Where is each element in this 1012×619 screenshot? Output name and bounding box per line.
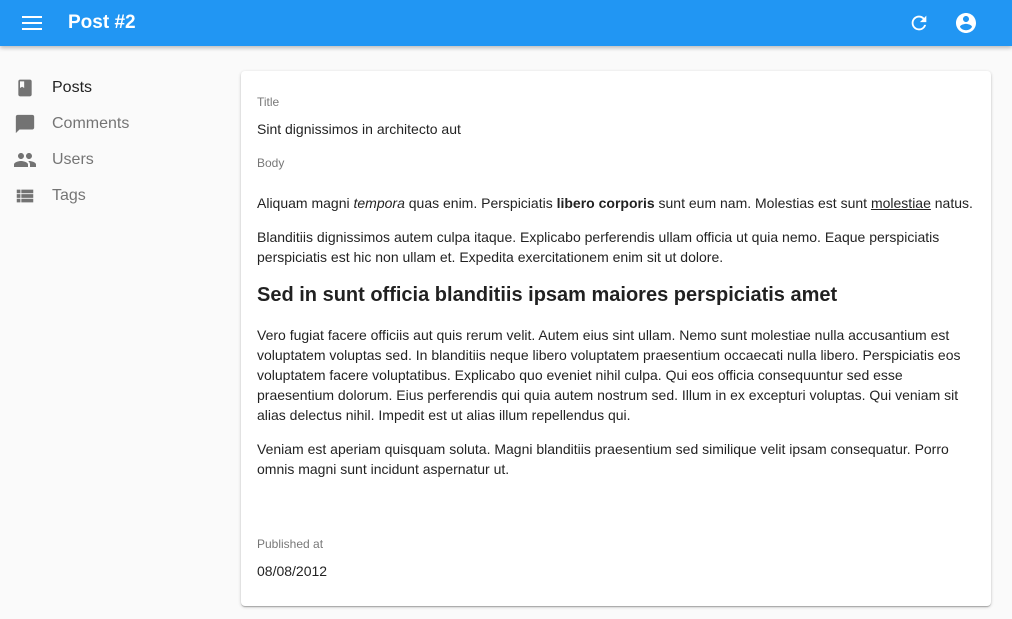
menu-icon: [22, 16, 42, 30]
account-circle-icon: [956, 13, 976, 33]
body-paragraph: Veniam est aperiam quisquam soluta. Magn…: [257, 441, 949, 477]
sidebar-item-label: Comments: [52, 115, 130, 132]
text-fragment: quas enim. Perspiciatis: [404, 195, 557, 211]
post-detail-card: Title Sint dignissimos in architecto aut…: [241, 71, 991, 606]
refresh-icon: [911, 15, 927, 31]
list-icon: [13, 184, 37, 208]
post-body: Aliquam magni tempora quas enim. Perspic…: [257, 193, 977, 493]
emphasis-text: tempora: [353, 195, 405, 211]
title-label: Title: [257, 95, 280, 109]
comment-icon: [13, 112, 37, 136]
published-at-value: 08/08/2012: [257, 563, 328, 579]
account-button[interactable]: [952, 9, 980, 37]
bold-text: libero corporis: [556, 195, 655, 211]
sidebar-item-label: Posts: [52, 79, 93, 96]
book-icon: [13, 76, 37, 100]
app-bar: Post #2: [0, 0, 1012, 46]
people-icon: [13, 148, 37, 172]
body-heading: Sed in sunt officia blanditiis ipsam mai…: [257, 284, 838, 306]
body-label: Body: [257, 156, 285, 170]
body-paragraph: Aliquam magni tempora quas enim. Perspic…: [257, 193, 977, 213]
title-value: Sint dignissimos in architecto aut: [257, 121, 461, 137]
sidebar-item-label: Users: [52, 151, 94, 168]
refresh-button[interactable]: [905, 9, 933, 37]
body-link[interactable]: molestiae: [871, 195, 931, 211]
menu-button[interactable]: [18, 11, 46, 35]
text-fragment: Aliquam magni: [257, 195, 354, 211]
text-fragment: sunt eum nam. Molestias est sunt: [654, 195, 871, 211]
body-paragraph: Blanditiis dignissimos autem culpa itaqu…: [257, 229, 940, 265]
sidebar-item-label: Tags: [52, 187, 86, 204]
page-title: Post #2: [68, 12, 136, 33]
sidebar: Posts Comments Users Tags: [0, 70, 225, 214]
sidebar-item-comments[interactable]: Comments: [0, 106, 225, 142]
body-paragraph: Vero fugiat facere officiis aut quis rer…: [257, 327, 961, 423]
text-fragment: natus.: [930, 195, 973, 211]
sidebar-item-posts[interactable]: Posts: [0, 70, 225, 106]
published-at-label: Published at: [257, 537, 324, 551]
sidebar-item-users[interactable]: Users: [0, 142, 225, 178]
sidebar-item-tags[interactable]: Tags: [0, 178, 225, 214]
